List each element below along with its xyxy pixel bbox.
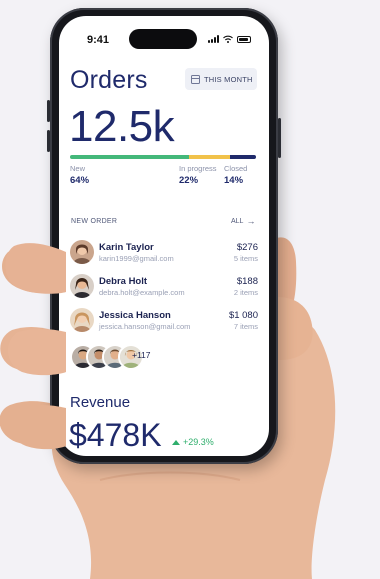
more-customers-count: +117 [132, 350, 151, 360]
page-title: Orders [70, 66, 148, 94]
order-items: 5 items [233, 254, 258, 263]
arrow-right-icon: → [246, 216, 256, 226]
trend-up-icon [172, 439, 180, 445]
app-screen: 9:41 Orders THIS MONTH 12.5k New 64% In … [59, 16, 269, 456]
order-amount: $1 080 [228, 310, 258, 321]
new-order-section-label: NEW ORDER [71, 218, 118, 225]
phone-frame: 9:41 Orders THIS MONTH 12.5k New 64% In … [47, 8, 281, 464]
volume-up-button [47, 100, 50, 122]
progress-segment-in-progress [189, 155, 230, 159]
customer-name: Jessica Hanson [99, 310, 171, 321]
calendar-icon [191, 74, 200, 84]
order-items: 2 items [233, 288, 258, 297]
stat-value: 14% [224, 175, 244, 186]
status-icons [208, 35, 251, 43]
stat-closed: Closed 14% [224, 164, 247, 186]
stat-value: 22% [179, 175, 199, 186]
power-button [278, 118, 281, 158]
order-row[interactable]: Debra Holt debra.holt@example.com $188 2… [70, 274, 258, 300]
signal-icon [208, 35, 219, 43]
stat-label: Closed [224, 164, 248, 173]
revenue-change: +29.3% [172, 437, 214, 447]
progress-segment-closed [229, 155, 256, 159]
volume-down-button [47, 130, 50, 152]
revenue-value: $478K [69, 417, 162, 453]
stat-label: New [70, 164, 86, 173]
stat-new: New 64% [70, 164, 89, 186]
status-progress-bar [70, 155, 256, 159]
customer-email: jessica.hanson@gmail.com [99, 322, 191, 331]
thumb-overlay [5, 243, 67, 450]
all-orders-link[interactable]: ALL → [231, 216, 256, 226]
period-filter-button[interactable]: THIS MONTH [185, 68, 257, 90]
stat-in-progress: In progress 22% [179, 164, 217, 186]
order-amount: $276 [236, 242, 258, 253]
period-label: THIS MONTH [204, 74, 253, 84]
revenue-title: Revenue [70, 394, 131, 411]
order-items: 7 items [233, 322, 258, 331]
status-bar: 9:41 [59, 16, 269, 50]
progress-segment-new [70, 155, 190, 159]
dynamic-island [129, 29, 197, 49]
orders-total: 12.5k [69, 102, 175, 151]
order-row[interactable]: Jessica Hanson jessica.hanson@gmail.com … [70, 308, 258, 334]
wifi-icon [223, 35, 233, 43]
order-amount: $188 [236, 276, 258, 287]
status-time: 9:41 [87, 34, 110, 46]
customer-email: debra.holt@example.com [99, 288, 185, 297]
revenue-change-value: +29.3% [183, 437, 214, 447]
stat-value: 64% [70, 175, 90, 186]
customer-email: karin1999@gmail.com [99, 254, 174, 263]
battery-icon [237, 35, 251, 43]
order-row[interactable]: Karin Taylor karin1999@gmail.com $276 5 … [70, 240, 258, 266]
stat-label: In progress [179, 164, 217, 173]
customer-name: Karin Taylor [99, 242, 154, 253]
customer-name: Debra Holt [99, 276, 148, 287]
all-link-label: ALL [231, 218, 244, 225]
